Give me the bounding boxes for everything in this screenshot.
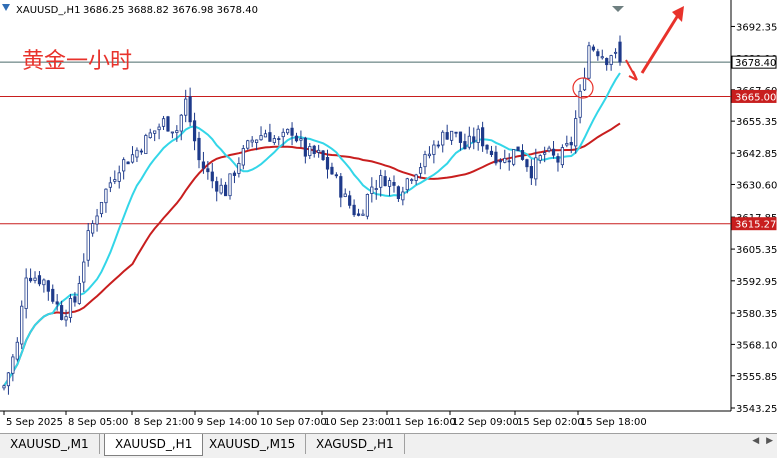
time-tick-label: 15 Sep 02:00: [517, 417, 584, 428]
ohlc-readout: 3686.25 3688.82 3676.98 3678.40: [83, 5, 258, 16]
time-tick-label: 9 Sep 14:00: [197, 417, 257, 428]
time-tick-label: 11 Sep 16:00: [389, 417, 456, 428]
level-price-tag: 3665.00: [731, 89, 777, 103]
time-tick-label: 15 Sep 18:00: [580, 417, 647, 428]
price-tick-label: 3642.85: [736, 149, 777, 160]
price-tick-label: 3555.85: [736, 372, 777, 383]
candlestick: [560, 144, 564, 168]
tab-xauusd-m15[interactable]: XAUUSD_,M15: [199, 434, 307, 454]
candlestick: [365, 193, 369, 220]
svg-text:3678.40: 3678.40: [735, 58, 776, 69]
tab-scroll-arrows-icon[interactable]: ◀ ▶: [752, 436, 775, 446]
chart-area[interactable]: 3692.353680.103667.603655.353642.853630.…: [0, 0, 777, 430]
time-tick-label: 5 Sep 2025: [6, 417, 63, 428]
symbol-label: XAUUSD_,H1: [16, 5, 80, 16]
candlestick: [587, 41, 591, 80]
candlestick: [144, 133, 148, 155]
price-tick-label: 3580.35: [736, 309, 777, 320]
chart-tab-bar: XAUUSD_,M1 XAUUSD_,H1 XAUUSD_,M15 XAGUSD…: [0, 433, 777, 458]
time-tick-label: 8 Sep 05:00: [68, 417, 128, 428]
annotation-title: 黄金一小时: [22, 49, 132, 74]
time-tick-label: 10 Sep 23:00: [324, 417, 391, 428]
candlestick: [20, 300, 24, 349]
price-tick-label: 3592.95: [736, 277, 777, 288]
candlestick: [166, 115, 170, 132]
price-tick-label: 3655.35: [736, 117, 777, 128]
time-tick-label: 12 Sep 09:00: [452, 417, 519, 428]
candlestick: [512, 149, 516, 167]
time-tick-label: 8 Sep 21:00: [134, 417, 194, 428]
svg-text:3615.27: 3615.27: [735, 220, 776, 231]
candlestick: [246, 139, 250, 150]
price-chart[interactable]: 3692.353680.103667.603655.353642.853630.…: [0, 0, 777, 430]
current-price-tag: 3678.40: [731, 55, 777, 69]
tab-xagusd-h1[interactable]: XAGUSD_,H1: [306, 434, 405, 454]
level-price-tag: 3615.27: [731, 217, 777, 231]
price-tick-label: 3543.25: [736, 404, 777, 415]
candlestick: [228, 173, 232, 200]
tab-xauusd-m1[interactable]: XAUUSD_,M1: [0, 434, 100, 454]
time-tick-label: 10 Sep 07:00: [260, 417, 327, 428]
tab-xauusd-h1[interactable]: XAUUSD_,H1: [104, 434, 204, 456]
candlestick: [321, 149, 325, 162]
price-tick-label: 3605.35: [736, 245, 777, 256]
price-tick-label: 3692.35: [736, 22, 777, 33]
price-tick-label: 3630.60: [736, 180, 777, 191]
price-tick-label: 3568.10: [736, 340, 777, 351]
candlestick: [516, 146, 520, 152]
svg-text:3665.00: 3665.00: [735, 92, 776, 103]
